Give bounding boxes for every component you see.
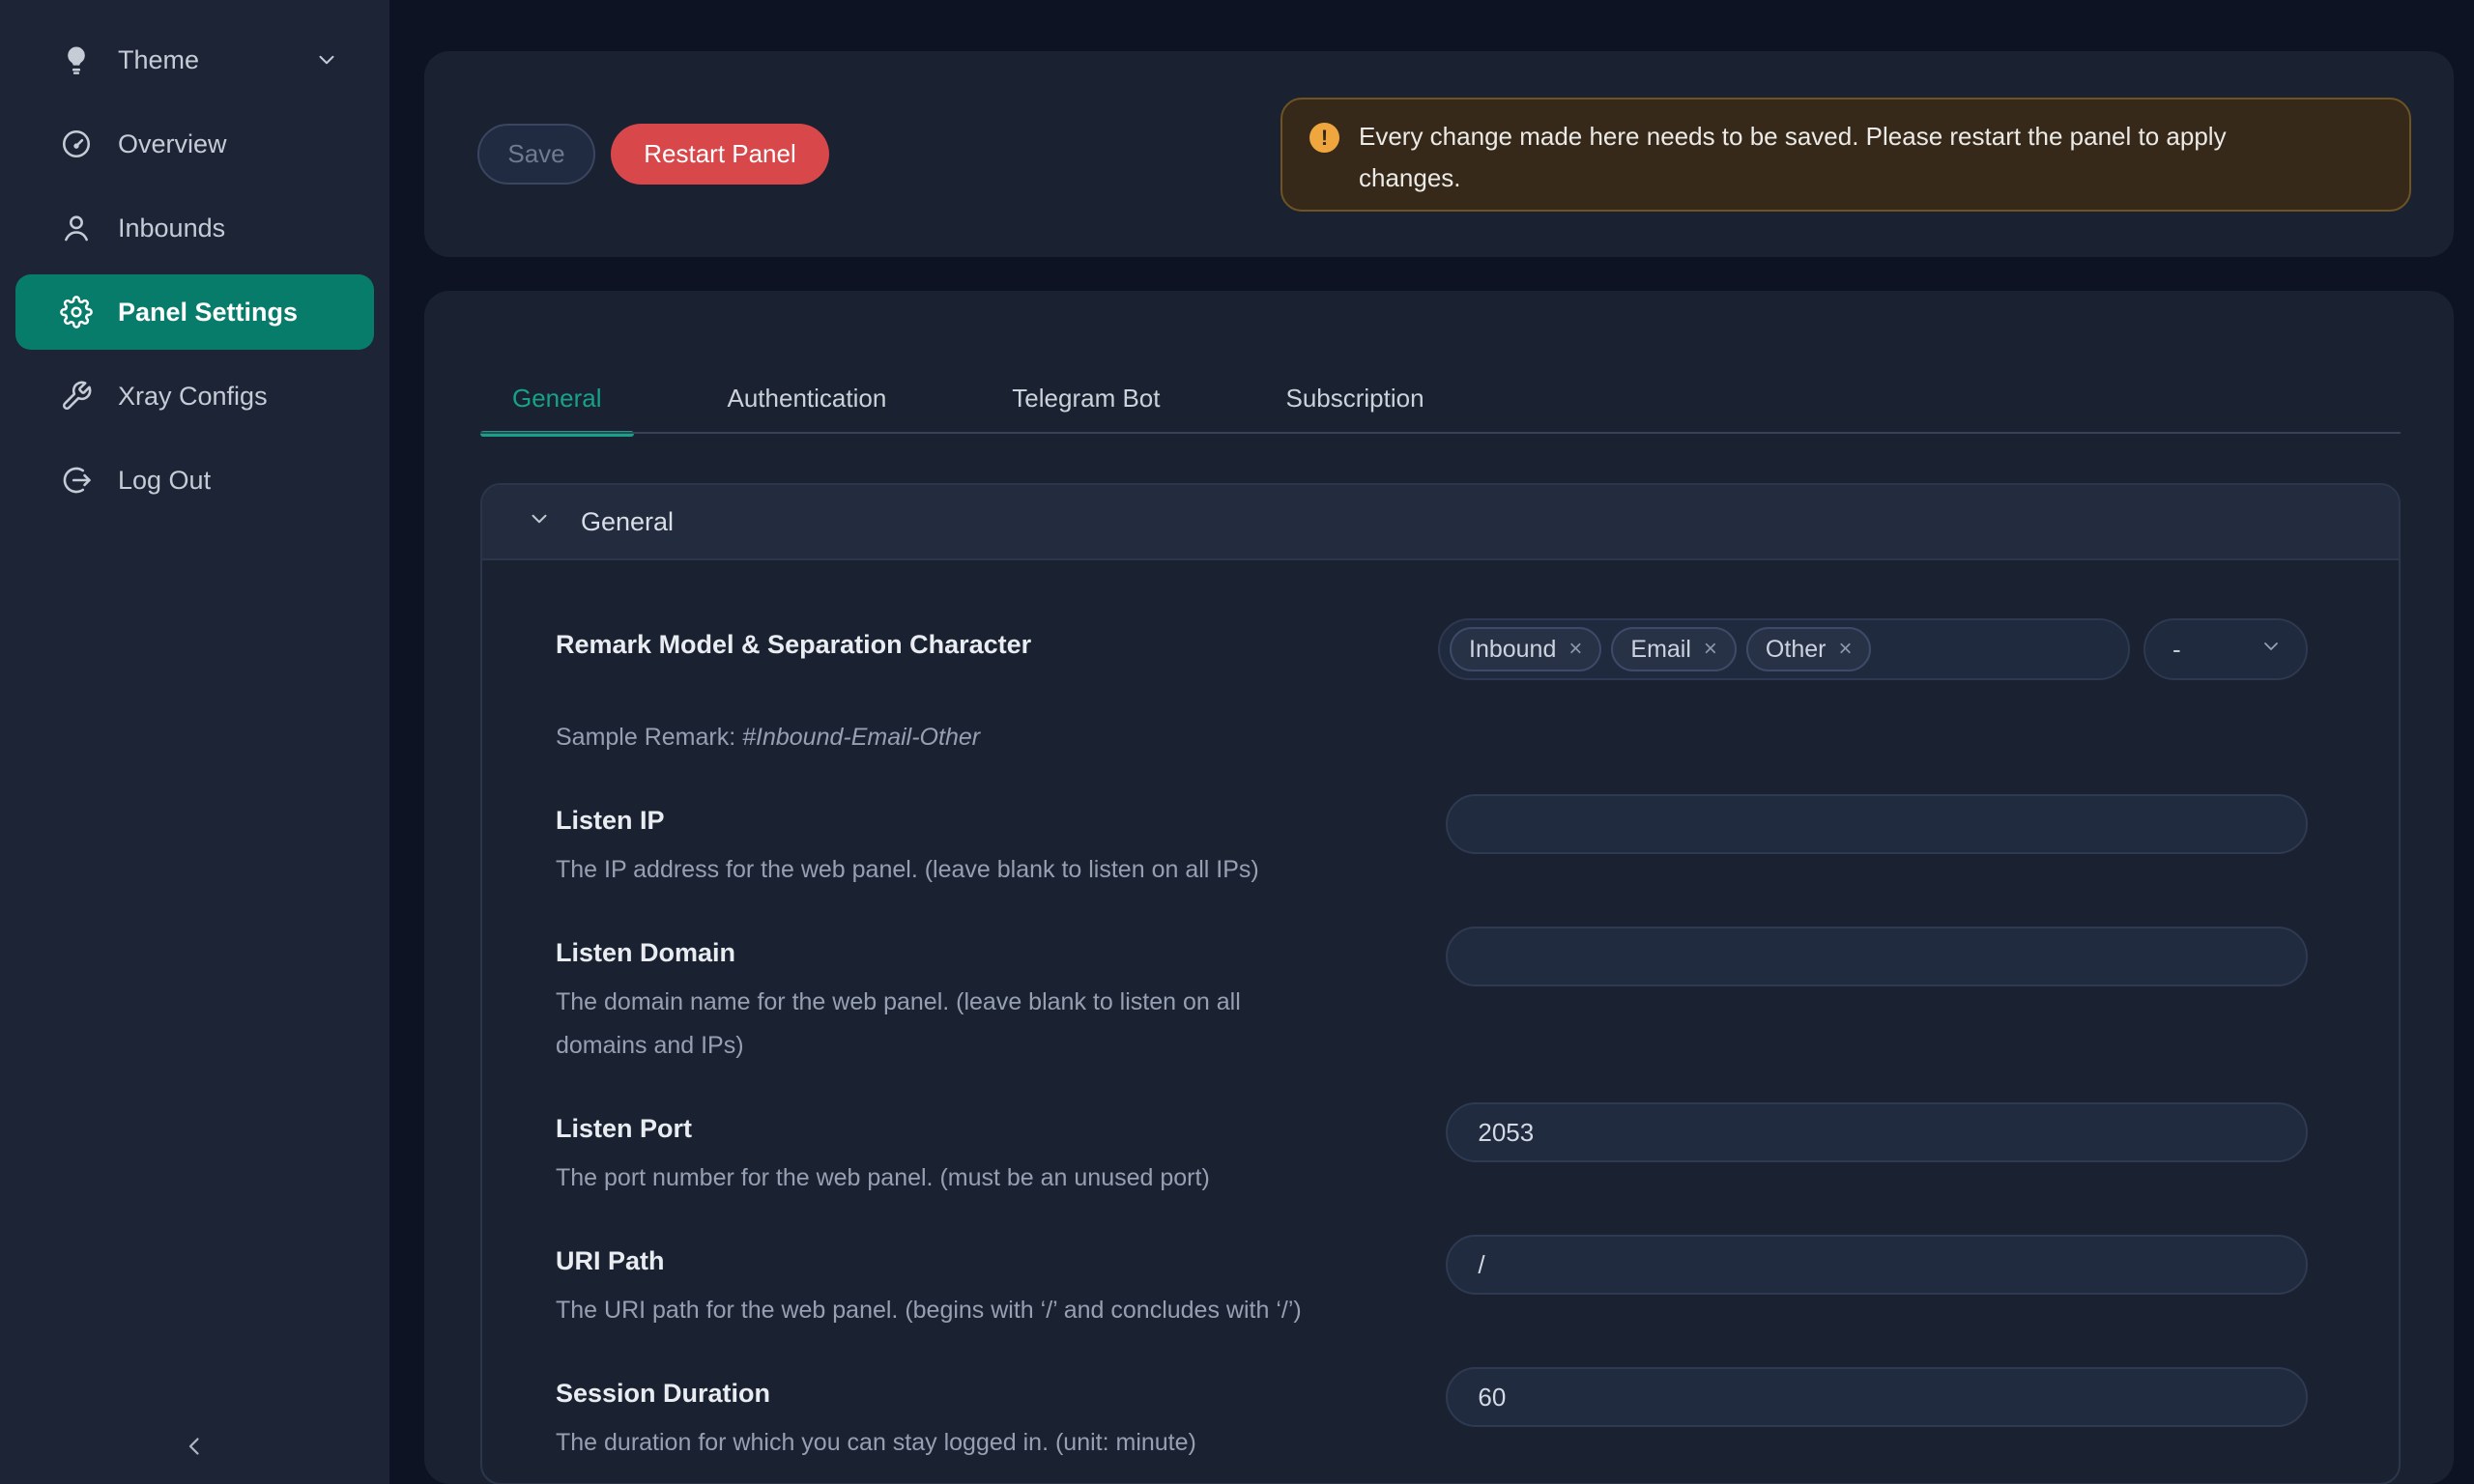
general-section-body: Remark Model & Separation Character Samp…	[482, 560, 2399, 1484]
sidebar-item-overview[interactable]: Overview	[15, 106, 374, 182]
sidebar-item-label: Panel Settings	[118, 298, 298, 328]
tab-general[interactable]: General	[480, 384, 634, 414]
field-help: The IP address for the web panel. (leave…	[556, 848, 1446, 892]
chevron-left-icon	[181, 1432, 210, 1466]
sidebar-item-label: Log Out	[118, 466, 211, 496]
remove-tag-icon[interactable]: ×	[1838, 638, 1852, 661]
gear-icon	[60, 296, 93, 328]
field-row-listen-port: Listen Port The port number for the web …	[556, 1102, 2308, 1200]
remove-tag-icon[interactable]: ×	[1704, 638, 1717, 661]
warning-icon: !	[1309, 123, 1339, 153]
tabs-divider	[480, 432, 2401, 434]
logout-icon	[60, 464, 93, 497]
gauge-icon	[60, 128, 93, 160]
sidebar-item-panel-settings[interactable]: Panel Settings	[15, 274, 374, 350]
sidebar: Theme Overview Inbounds	[0, 0, 389, 1484]
person-icon	[60, 212, 93, 244]
uri-path-input[interactable]: /	[1446, 1235, 2308, 1295]
field-row-listen-domain: Listen Domain The domain name for the we…	[556, 927, 2308, 1068]
remove-tag-icon[interactable]: ×	[1568, 638, 1582, 661]
settings-card: General Authentication Telegram Bot Subs…	[424, 291, 2454, 1484]
wrench-icon	[60, 380, 93, 413]
field-help: The port number for the web panel. (must…	[556, 1156, 1446, 1200]
tab-telegram-bot[interactable]: Telegram Bot	[980, 384, 1192, 414]
sidebar-item-xray-configs[interactable]: Xray Configs	[15, 358, 374, 434]
panel-settings-page: Theme Overview Inbounds	[0, 0, 2474, 1484]
section-title: General	[581, 507, 674, 537]
sidebar-item-label: Inbounds	[118, 214, 225, 243]
listen-domain-input[interactable]	[1446, 927, 2308, 986]
field-label: Listen IP	[556, 794, 1446, 837]
field-label: Listen Port	[556, 1102, 1446, 1145]
field-label: Listen Domain	[556, 927, 1446, 969]
sidebar-item-log-out[interactable]: Log Out	[15, 442, 374, 518]
general-section-panel: General Remark Model & Separation Charac…	[480, 483, 2401, 1484]
field-help: The URI path for the web panel. (begins …	[556, 1289, 1446, 1332]
settings-tabs: General Authentication Telegram Bot Subs…	[480, 364, 1456, 432]
sidebar-item-label: Theme	[118, 45, 199, 75]
field-row-remark-model: Remark Model & Separation Character Samp…	[556, 618, 2308, 759]
chevron-down-icon	[314, 47, 339, 72]
selected-separator: -	[2172, 635, 2181, 665]
field-label: Session Duration	[556, 1367, 1446, 1410]
listen-ip-input[interactable]	[1446, 794, 2308, 854]
field-row-session-duration: Session Duration The duration for which …	[556, 1367, 2308, 1465]
chevron-down-icon	[527, 506, 552, 538]
action-bar: Save Restart Panel ! Every change made h…	[424, 51, 2454, 257]
sidebar-item-inbounds[interactable]: Inbounds	[15, 190, 374, 266]
field-row-listen-ip: Listen IP The IP address for the web pan…	[556, 794, 2308, 892]
field-help: Sample Remark: #Inbound-Email-Other	[556, 672, 1438, 759]
alert-text: Every change made here needs to be saved…	[1359, 116, 2227, 199]
session-duration-input[interactable]: 60	[1446, 1367, 2308, 1427]
lightbulb-icon	[60, 43, 93, 76]
field-row-uri-path: URI Path The URI path for the web panel.…	[556, 1235, 2308, 1332]
sidebar-item-theme[interactable]: Theme	[15, 22, 374, 98]
tag-inbound: Inbound ×	[1450, 627, 1601, 671]
save-button[interactable]: Save	[477, 124, 595, 185]
tag-email: Email ×	[1611, 627, 1737, 671]
field-help: The domain name for the web panel. (leav…	[556, 981, 1446, 1068]
remark-model-multiselect[interactable]: Inbound × Email × Other ×	[1438, 618, 2130, 680]
separation-character-select[interactable]: -	[2143, 618, 2308, 680]
field-label: URI Path	[556, 1235, 1446, 1277]
sidebar-collapse-button[interactable]	[0, 1426, 389, 1470]
restart-warning-alert: ! Every change made here needs to be sav…	[1280, 98, 2411, 212]
field-label: Remark Model & Separation Character	[556, 618, 1438, 661]
field-help: The duration for which you can stay logg…	[556, 1421, 1446, 1465]
listen-port-input[interactable]: 2053	[1446, 1102, 2308, 1162]
sidebar-item-label: Overview	[118, 129, 227, 159]
restart-panel-button[interactable]: Restart Panel	[611, 124, 829, 185]
sidebar-item-label: Xray Configs	[118, 382, 268, 412]
sample-remark-prefix: Sample Remark:	[556, 724, 742, 751]
chevron-down-icon	[2259, 635, 2283, 665]
general-section-header[interactable]: General	[482, 485, 2399, 560]
tag-other: Other ×	[1746, 627, 1872, 671]
tab-authentication[interactable]: Authentication	[696, 384, 919, 414]
tab-subscription[interactable]: Subscription	[1253, 384, 1455, 414]
sample-remark-value: #Inbound-Email-Other	[742, 724, 980, 751]
